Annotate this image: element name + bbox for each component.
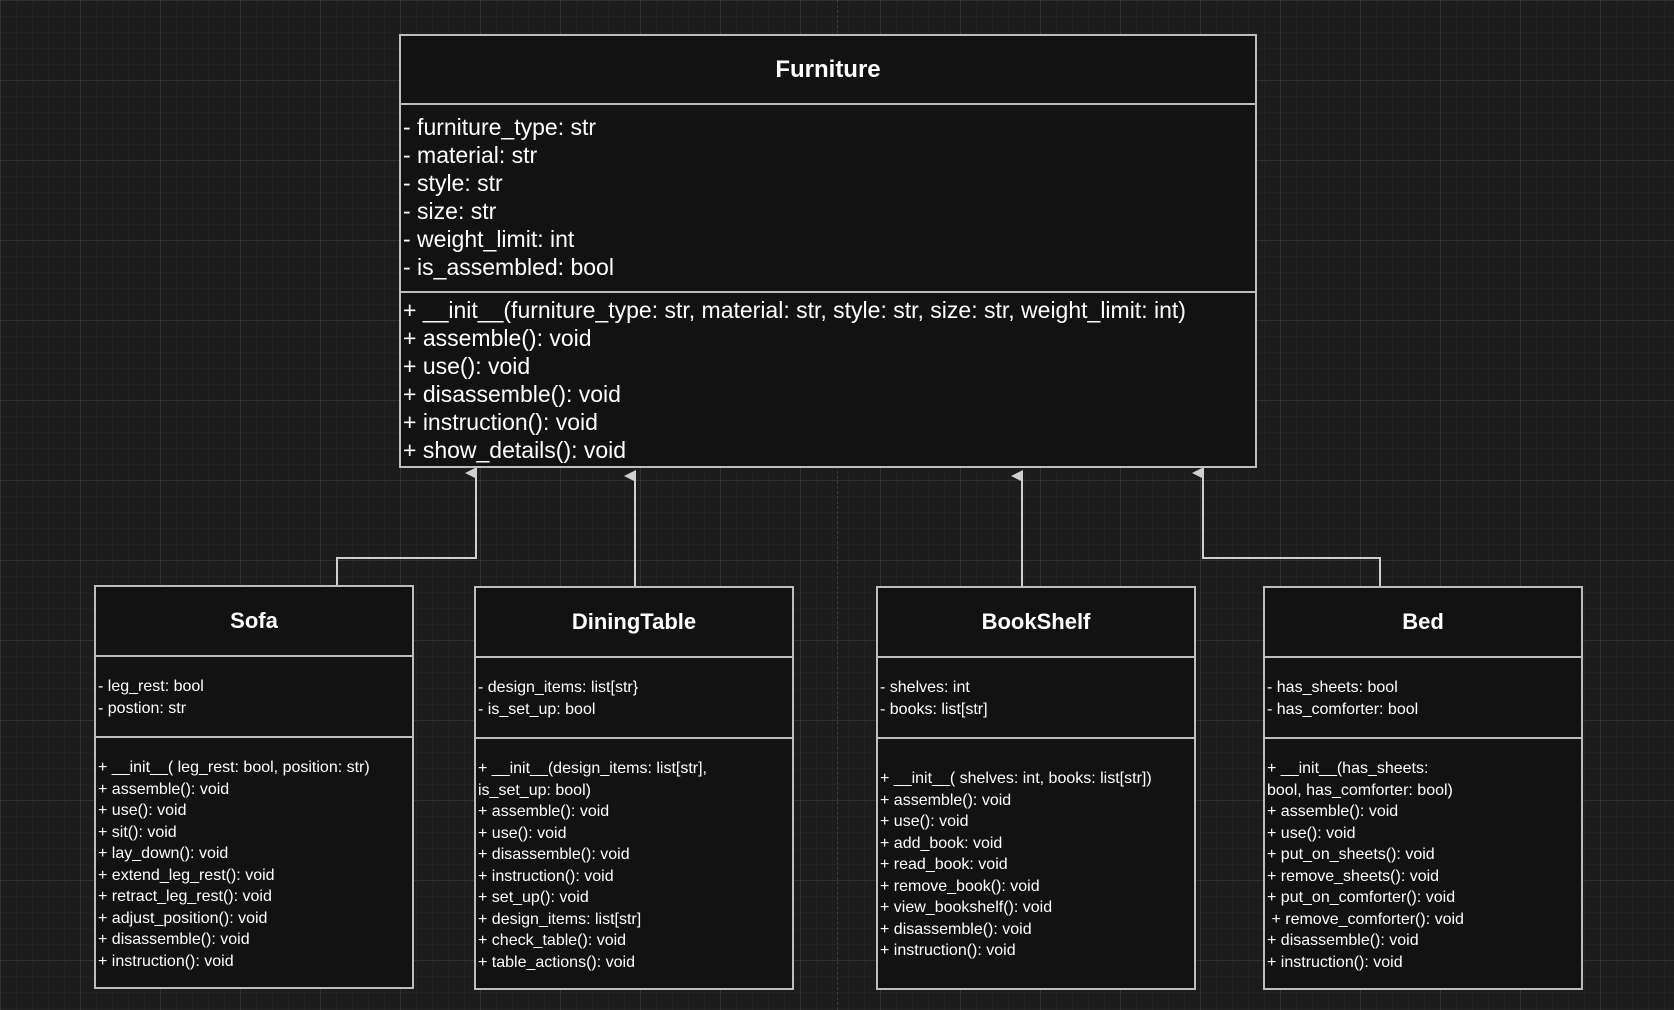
class-name: Furniture [401, 36, 1255, 105]
attribute: - size: str [403, 198, 497, 224]
method: + use(): void [98, 802, 187, 819]
method: + assemble(): void [98, 780, 230, 798]
connector-bed-to-furniture [1192, 467, 1381, 586]
method: + assemble(): void [478, 803, 610, 820]
method: bool, has_comforter: bool) [1267, 781, 1453, 799]
attribute: - postion: str [98, 699, 187, 717]
class-sofa[interactable]: Sofa - leg_rest: bool - postion: str + __… [94, 585, 414, 989]
method: + remove_sheets(): void [1267, 867, 1440, 885]
method: + __init__(furniture_type: str, material… [403, 297, 1186, 323]
class-bookshelf[interactable]: BookShelf - shelves: int - books: list[st… [876, 586, 1196, 990]
attribute: - leg_rest: bool [98, 678, 204, 695]
method: + __init__( leg_rest: bool, position: st… [98, 759, 370, 776]
diagram-canvas: Furniture - furniture_type: str - materia… [0, 0, 1674, 1010]
method: + __init__(design_items: list[str], [478, 760, 707, 777]
attributes-section: - shelves: int - books: list[str] [878, 658, 1194, 739]
method: + assemble(): void [403, 325, 592, 351]
methods-section: + __init__( leg_rest: bool, position: st… [96, 738, 412, 972]
method: + sit(): void [98, 823, 177, 841]
method: is_set_up: bool) [478, 781, 591, 799]
method: + assemble(): void [880, 791, 1012, 809]
method: + show_details(): void [403, 437, 627, 463]
methods-section: + __init__(furniture_type: str, material… [401, 293, 1255, 464]
method: + assemble(): void [1267, 803, 1399, 820]
attribute: - style: str [403, 170, 503, 196]
method: + disassemble(): void [403, 381, 621, 407]
method: + instruction(): void [478, 867, 614, 885]
method: + extend_leg_rest(): void [98, 866, 275, 884]
attribute: - books: list[str] [880, 700, 988, 718]
class-name: DiningTable [476, 588, 792, 658]
method: + read_book: void [880, 856, 1008, 873]
attributes-section: - design_items: list[str} - is_set_up: bo… [476, 658, 792, 739]
method: + put_on_sheets(): void [1267, 846, 1435, 863]
class-bed[interactable]: Bed - has_sheets: bool - has_comforter: b… [1263, 586, 1583, 990]
method: + table_actions(): void [478, 953, 635, 971]
method: + use(): void [403, 353, 531, 379]
method: + use(): void [880, 813, 969, 830]
method: + add_book: void [880, 834, 1003, 852]
attribute: - material: str [403, 142, 538, 168]
method: + instruction(): void [1267, 953, 1403, 971]
method: + remove_comforter(): void [1267, 910, 1464, 928]
class-name: Bed [1265, 588, 1581, 658]
methods-section: + __init__(design_items: list[str], is_se… [476, 739, 792, 973]
class-name: BookShelf [878, 588, 1194, 658]
class-name: Sofa [96, 587, 412, 657]
attribute: - weight_limit: int [403, 226, 575, 252]
method: + instruction(): void [880, 942, 1016, 959]
method: + disassemble(): void [98, 931, 250, 948]
class-diningtable[interactable]: DiningTable - design_items: list[str} - i… [474, 586, 794, 990]
connector-sofa-to-furniture [336, 467, 477, 585]
methods-section: + __init__(has_sheets: bool, has_comforte… [1265, 739, 1581, 973]
method: + remove_book(): void [880, 877, 1040, 895]
attributes-section: - furniture_type: str - material: str - st… [401, 105, 1255, 293]
method: + __init__(has_sheets: [1267, 760, 1429, 777]
method: + view_bookshelf(): void [880, 899, 1053, 916]
method: + check_table(): void [478, 932, 627, 949]
method: + set_up(): void [478, 889, 589, 906]
method: + disassemble(): void [880, 920, 1032, 938]
method: + lay_down(): void [98, 845, 229, 862]
class-furniture[interactable]: Furniture - furniture_type: str - materia… [399, 34, 1257, 468]
method: + __init__( shelves: int, books: list[st… [880, 770, 1152, 787]
attributes-section: - has_sheets: bool - has_comforter: bool [1265, 658, 1581, 739]
method: + instruction(): void [403, 409, 598, 435]
method: + use(): void [478, 824, 567, 842]
attribute: - is_set_up: bool [478, 700, 596, 718]
attribute: - furniture_type: str [403, 114, 597, 140]
attribute: - is_assembled: bool [403, 254, 614, 280]
attribute: - has_comforter: bool [1267, 700, 1419, 718]
attributes-section: - leg_rest: bool - postion: str [96, 657, 412, 738]
attribute: - has_sheets: bool [1267, 679, 1398, 696]
method: + adjust_position(): void [98, 909, 268, 927]
attribute: - design_items: list[str} [478, 679, 639, 696]
method: + design_items: list[str] [478, 910, 642, 928]
method: + retract_leg_rest(): void [98, 888, 272, 905]
method: + put_on_comforter(): void [1267, 889, 1456, 906]
method: + disassemble(): void [478, 846, 630, 863]
method: + instruction(): void [98, 952, 234, 970]
method: + use(): void [1267, 824, 1356, 842]
method: + disassemble(): void [1267, 932, 1419, 949]
attribute: - shelves: int [880, 679, 970, 696]
methods-section: + __init__( shelves: int, books: list[st… [878, 739, 1194, 962]
